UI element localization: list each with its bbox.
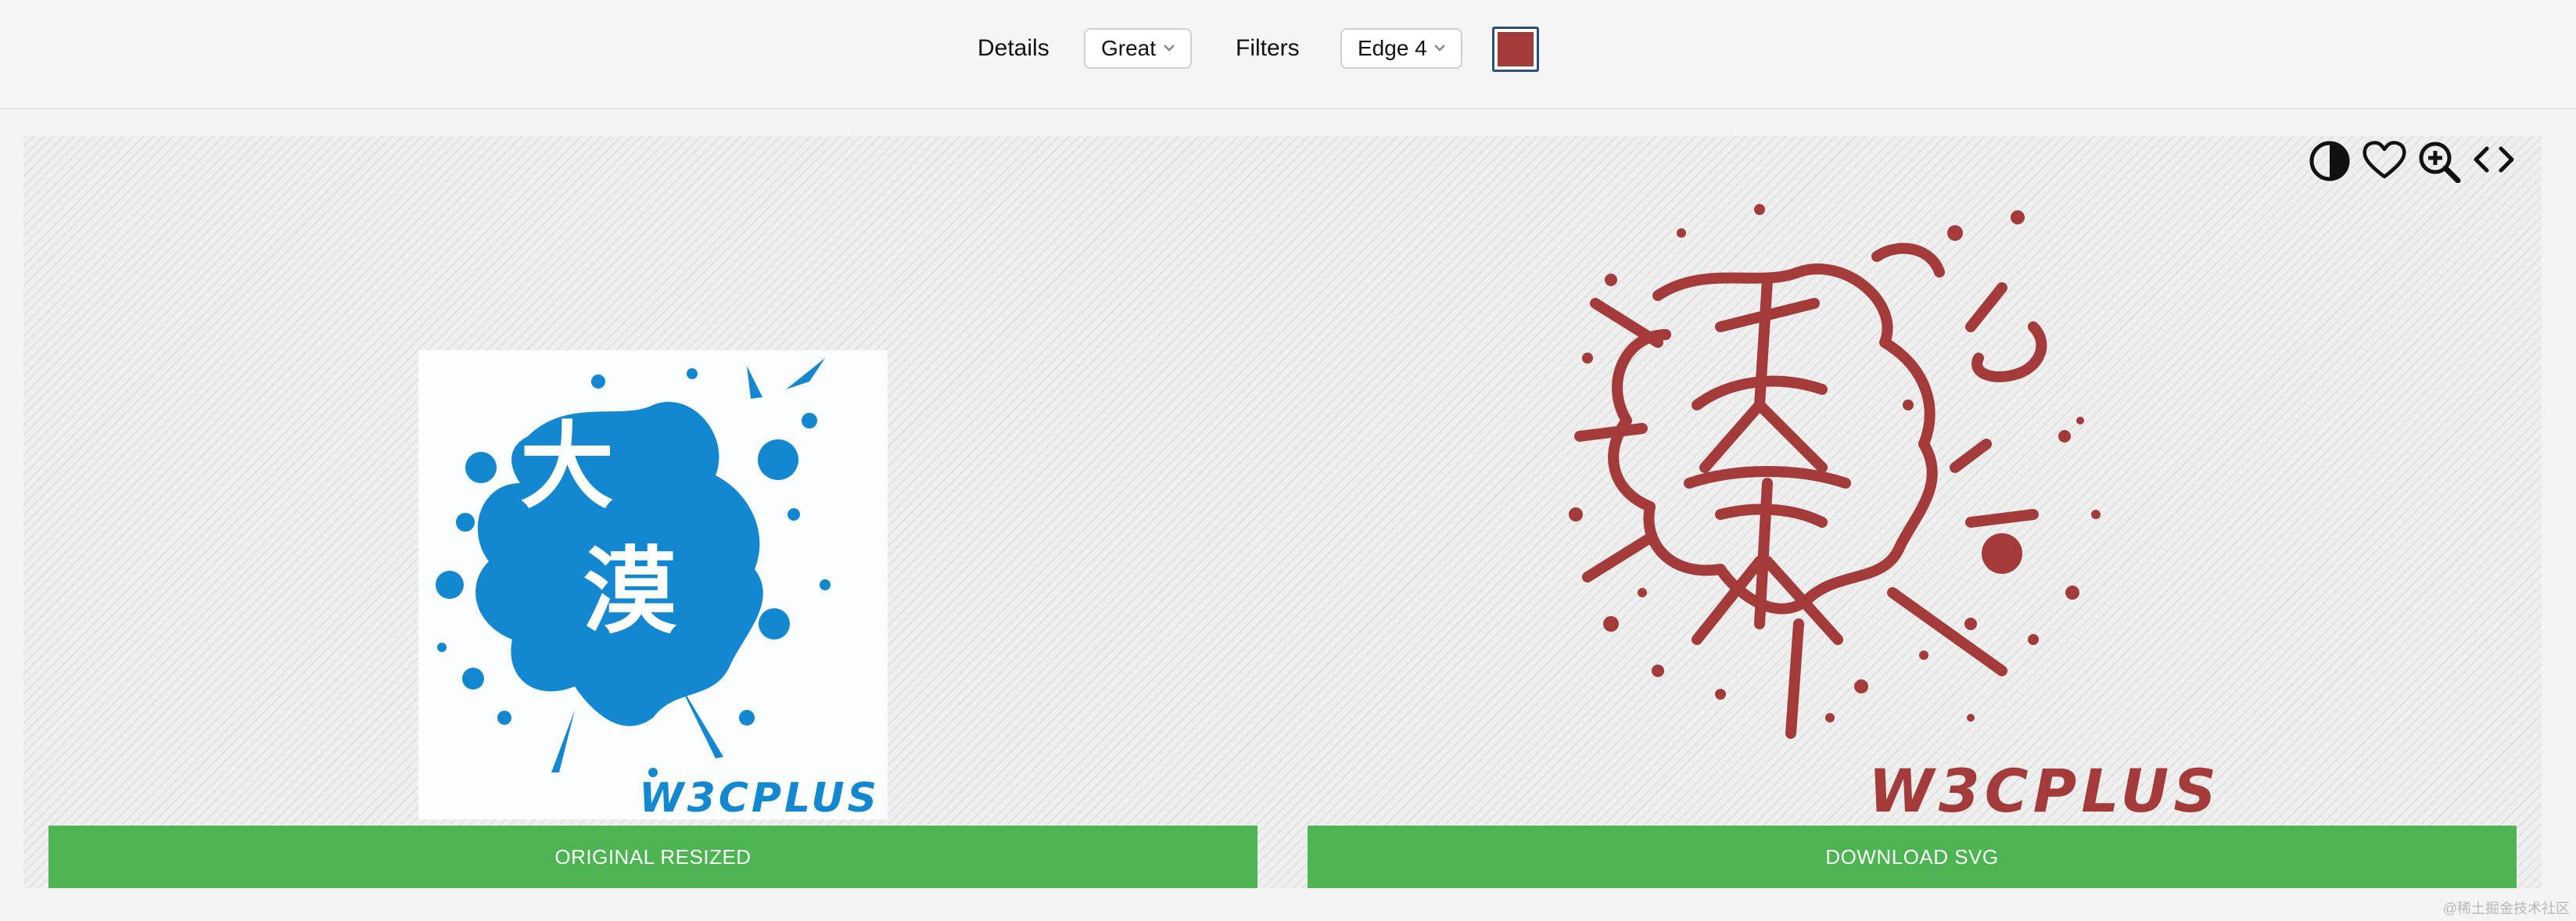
- details-select-value: Great: [1101, 36, 1157, 60]
- svg-output-preview: W3CPLUS: [1564, 186, 2237, 827]
- filters-label: Filters: [1236, 35, 1300, 61]
- view-icons: [2305, 134, 2524, 189]
- original-brand-text: W3CPLUS: [639, 775, 880, 819]
- chevron-down-icon: [1434, 45, 1445, 52]
- filters-select-value: Edge 4: [1358, 36, 1427, 60]
- zoom-in-icon[interactable]: [2415, 134, 2463, 183]
- svg-brand-text: W3CPLUS: [1868, 756, 2221, 826]
- original-text-main-2: 漠: [583, 538, 677, 647]
- download-svg-button[interactable]: DOWNLOAD SVG: [1308, 826, 2517, 888]
- original-text-main-1: 大: [520, 413, 614, 521]
- details-select[interactable]: Great: [1084, 28, 1192, 69]
- code-icon[interactable]: [2470, 134, 2518, 183]
- color-picker[interactable]: [1492, 27, 1539, 72]
- toolbar: Details Great Filters Edge 4: [0, 0, 2576, 109]
- heart-icon[interactable]: [2360, 134, 2409, 183]
- color-swatch-fill: [1498, 32, 1534, 66]
- ink-splash-graphic: 大 漠 W3CPLUS: [436, 358, 880, 819]
- filters-select[interactable]: Edge 4: [1340, 28, 1462, 69]
- watermark: @稀土掘金技术社区: [2442, 901, 2570, 916]
- contrast-icon[interactable]: [2305, 134, 2354, 183]
- chevron-down-icon: [1164, 45, 1175, 52]
- details-label: Details: [978, 35, 1049, 61]
- ink-splash-outline-graphic: W3CPLUS: [1569, 204, 2221, 826]
- original-resized-button[interactable]: ORIGINAL RESIZED: [48, 826, 1258, 888]
- original-image: 大 漠 W3CPLUS: [418, 350, 888, 819]
